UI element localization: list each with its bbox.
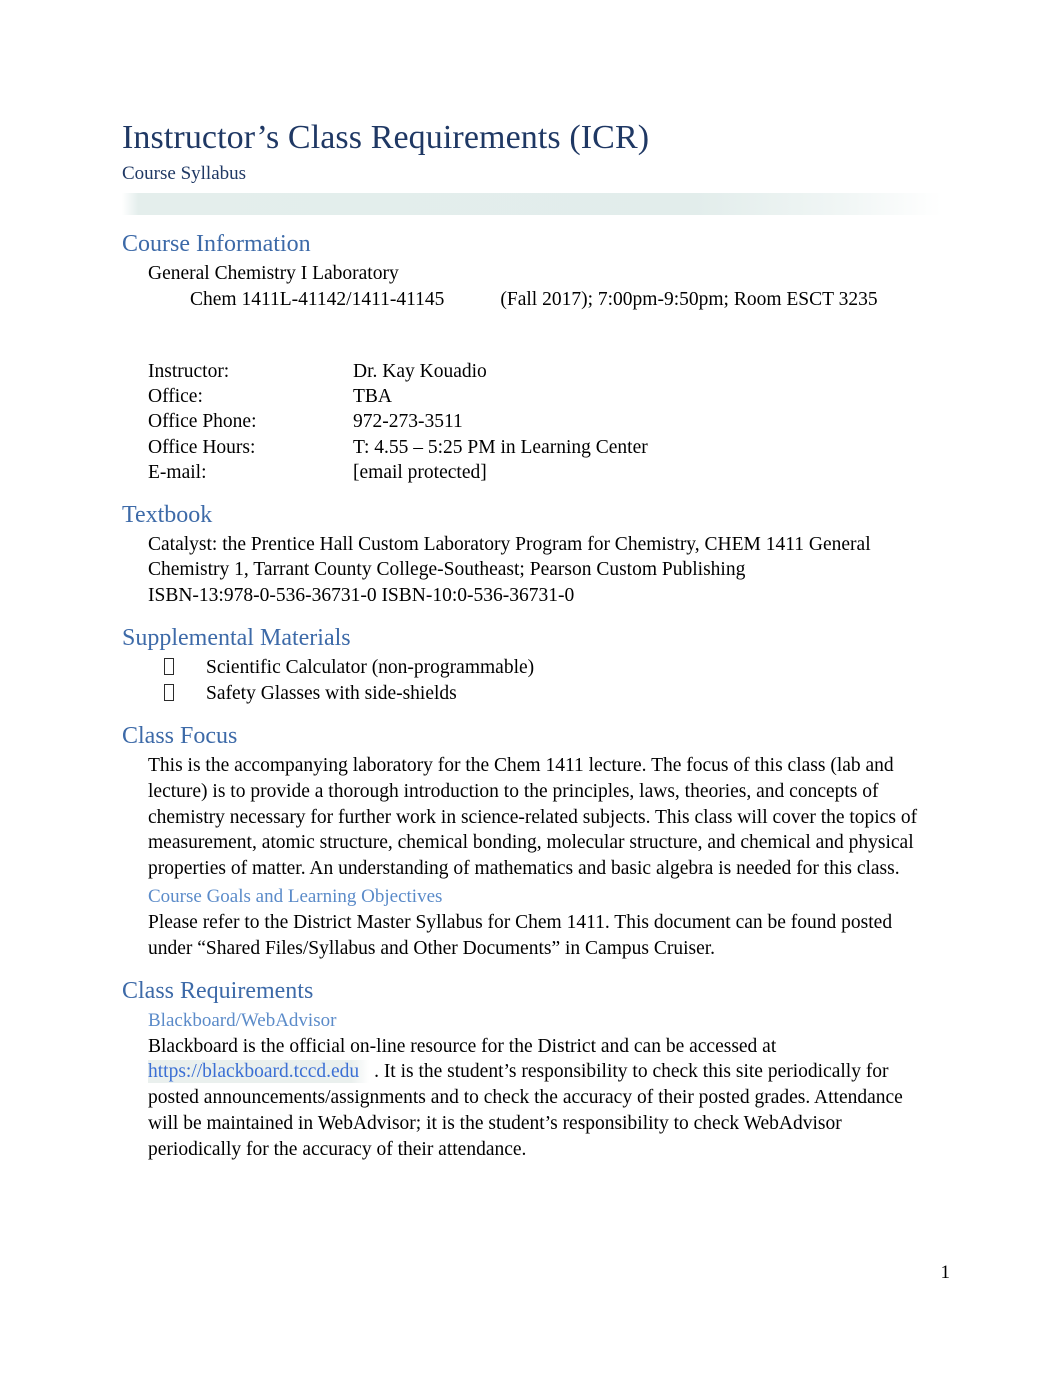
table-row: Instructor: Dr. Kay Kouadio <box>148 359 648 384</box>
class-focus-paragraph: This is the accompanying laboratory for … <box>148 755 918 880</box>
list-item-label: Scientific Calculator (non-programmable) <box>206 657 535 679</box>
detail-label: Instructor: <box>148 360 230 382</box>
section-heading-textbook: Textbook <box>122 501 213 528</box>
instructor-details-table: Instructor: Dr. Kay Kouadio Office: TBA … <box>148 359 648 486</box>
bullet-box-icon <box>164 684 174 702</box>
detail-label: Office Hours: <box>148 436 256 458</box>
supplemental-materials-list: Scientific Calculator (non-programmable)… <box>164 655 932 707</box>
course-identity-block: General Chemistry I Laboratory Chem 1411… <box>122 261 932 313</box>
course-code: Chem 1411L-41142/1411-41145 <box>190 288 445 310</box>
table-row: Office Phone: 972-273-3511 <box>148 409 648 434</box>
textbook-line-1: Catalyst: the Prentice Hall Custom Labor… <box>148 533 871 555</box>
page-subtitle: Course Syllabus <box>122 163 247 184</box>
course-goals-paragraph: Please refer to the District Master Syll… <box>148 912 893 959</box>
blackboard-url-link[interactable]: https://blackboard.tccd.edu <box>148 1060 370 1084</box>
detail-label: Office: <box>148 386 203 407</box>
detail-value: Dr. Kay Kouadio <box>353 360 487 382</box>
table-row: Office: TBA <box>148 384 648 409</box>
section-heading-course-information: Course Information <box>122 231 311 257</box>
course-code-line: Chem 1411L-41142/1411-41145 (Fall 2017); … <box>190 287 932 313</box>
detail-value: T: 4.55 – 5:25 PM in Learning Center <box>353 436 648 458</box>
list-item: Scientific Calculator (non-programmable) <box>164 655 932 681</box>
blackboard-text-before-link: Blackboard is the official on-line resou… <box>148 1035 777 1057</box>
section-heading-supplemental-materials: Supplemental Materials <box>122 625 351 652</box>
list-item-label: Safety Glasses with side-shields <box>206 683 457 705</box>
section-heading-class-focus: Class Focus <box>122 723 238 750</box>
detail-label: Office Phone: <box>148 411 257 433</box>
blackboard-paragraph: Blackboard is the official on-line resou… <box>148 1034 932 1163</box>
page-number: 1 <box>940 1262 951 1283</box>
textbook-line-2: Chemistry 1, Tarrant County College-Sout… <box>148 559 746 581</box>
bullet-box-icon <box>164 658 174 676</box>
title-divider-band <box>122 193 942 215</box>
detail-value: TBA <box>353 386 392 407</box>
detail-label: E-mail: <box>148 462 207 484</box>
textbook-isbn-line: ISBN-13:978-0-536-36731-0 ISBN-10:0-536-… <box>148 585 575 607</box>
course-term-schedule: (Fall 2017); 7:00pm-9:50pm; Room ESCT 32… <box>500 288 878 310</box>
detail-value-email: [email protected] <box>353 462 487 484</box>
list-item: Safety Glasses with side-shields <box>164 681 932 707</box>
table-row: Office Hours: T: 4.55 – 5:25 PM in Learn… <box>148 435 648 460</box>
detail-value: 972-273-3511 <box>353 411 463 433</box>
section-heading-class-requirements: Class Requirements <box>122 977 314 1004</box>
subsection-heading-course-goals: Course Goals and Learning Objectives <box>148 886 443 907</box>
document-page: Instructor’s Class Requirements (ICR) Co… <box>0 0 1062 1377</box>
course-name: General Chemistry I Laboratory <box>148 263 399 284</box>
subsection-heading-blackboard-webadvisor: Blackboard/WebAdvisor <box>148 1009 337 1031</box>
page-title: Instructor’s Class Requirements (ICR) <box>122 119 650 156</box>
document-body: Instructor’s Class Requirements (ICR) Co… <box>122 118 942 1163</box>
table-row: E-mail: [email protected] <box>148 460 648 485</box>
